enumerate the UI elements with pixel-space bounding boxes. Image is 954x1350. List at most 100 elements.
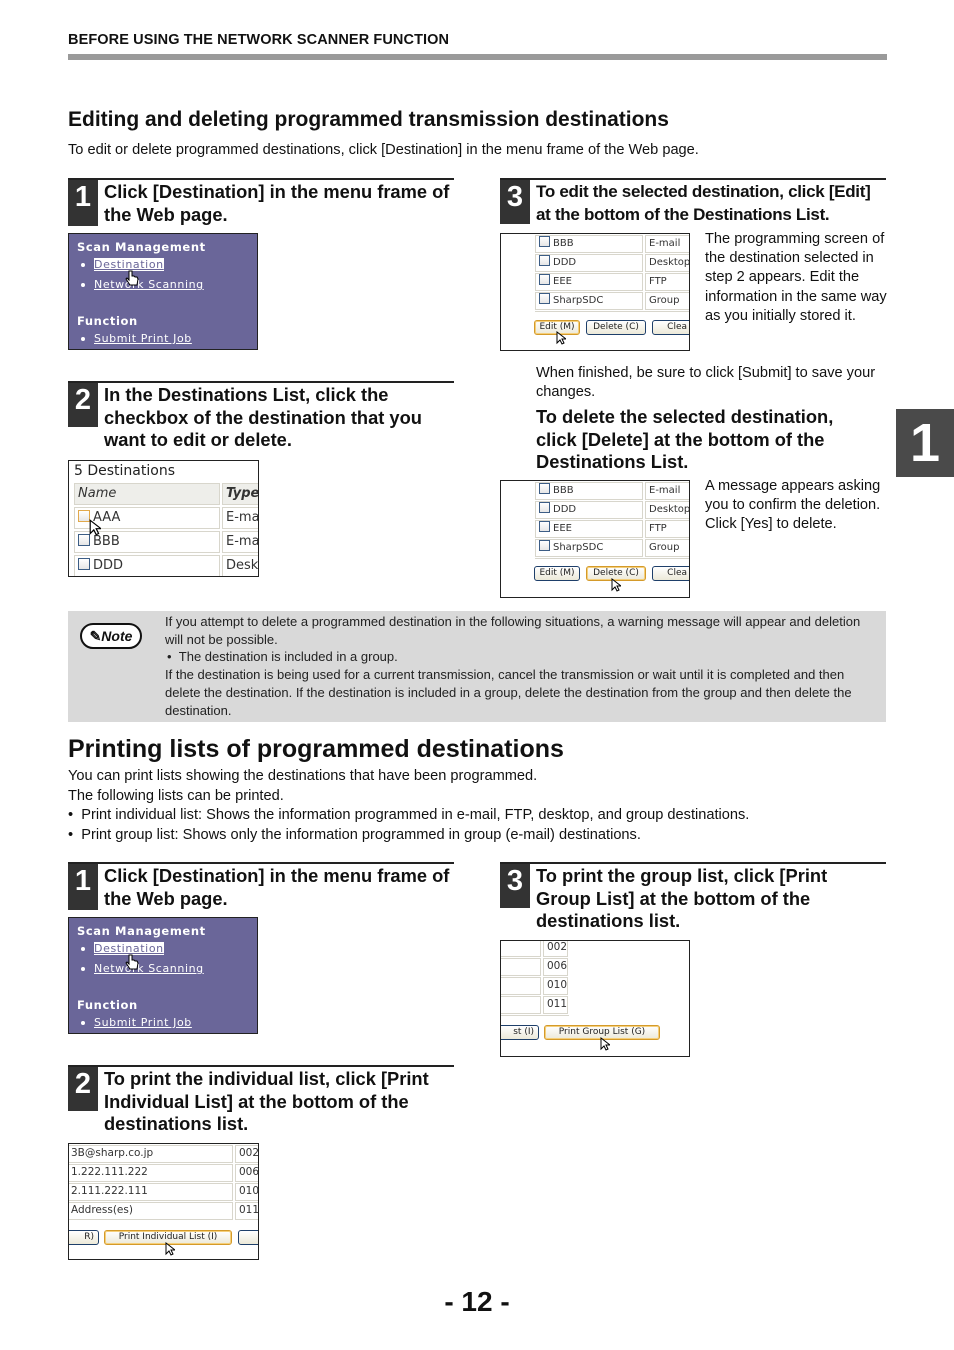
step-instruction: Click [Destination] in the menu frame of… bbox=[104, 181, 450, 225]
checkbox[interactable] bbox=[539, 483, 550, 494]
running-head: BEFORE USING THE NETWORK SCANNER FUNCTIO… bbox=[68, 32, 450, 48]
next-button[interactable] bbox=[238, 1230, 258, 1245]
edit-finish-instruction: When finished, be sure to click [Submit]… bbox=[536, 365, 876, 401]
list-row-address: 1.222.111.222 bbox=[69, 1164, 233, 1182]
list-row-name[interactable]: EEE bbox=[535, 520, 643, 538]
checkbox[interactable] bbox=[539, 540, 550, 551]
list-row-address: Address(es) bbox=[69, 1202, 233, 1220]
list-row-number: 006 bbox=[543, 958, 568, 976]
checkbox[interactable] bbox=[539, 255, 550, 266]
list-row-type: E-ma bbox=[222, 507, 258, 529]
menu-heading-function: Function bbox=[77, 314, 138, 328]
column-header-name: Name bbox=[74, 483, 220, 505]
previous-button[interactable]: R) bbox=[69, 1230, 99, 1245]
list-row-name[interactable]: EEE bbox=[535, 273, 643, 291]
note-line-1: If you attempt to delete a programmed de… bbox=[165, 614, 861, 647]
menu-item-submit-print-job[interactable]: Submit Print Job bbox=[81, 1016, 192, 1029]
table-bottom-border bbox=[535, 558, 689, 559]
checkbox[interactable] bbox=[539, 521, 550, 532]
menu-item-destination[interactable]: Destination bbox=[81, 258, 164, 271]
page-number: - 12 - bbox=[444, 1286, 510, 1317]
step-1-edit: 1 Click [Destination] in the menu frame … bbox=[68, 178, 454, 228]
list-row-name[interactable]: SharpSDC bbox=[535, 292, 643, 310]
table-bottom-border bbox=[535, 311, 689, 312]
step-2-print: 2 To print the individual list, click [P… bbox=[68, 1065, 454, 1139]
list-row-type: E-ma bbox=[222, 531, 258, 553]
step-2-edit: 2 In the Destinations List, click the ch… bbox=[68, 381, 454, 455]
step-instruction: To edit the selected destination, click … bbox=[536, 182, 871, 224]
section-intro-printing: You can print lists showing the destinat… bbox=[68, 767, 868, 845]
list-row-number: 006 bbox=[235, 1164, 258, 1182]
checkbox[interactable] bbox=[78, 558, 90, 570]
hand-cursor-icon bbox=[125, 954, 139, 970]
note-bullet: • The destination is included in a group… bbox=[167, 649, 398, 665]
intro-line-2: The following lists can be printed. bbox=[68, 787, 284, 804]
section-title-printing: Printing lists of programmed destination… bbox=[68, 735, 564, 763]
print-individual-list-screenshot: 3B@sharp.co.jp 002 1.222.111.222 006 2.1… bbox=[68, 1143, 259, 1260]
step-instruction: To print the group list, click [Print Gr… bbox=[536, 865, 828, 932]
menu-item-network-scanning[interactable]: Network Scanning bbox=[81, 962, 204, 975]
delete-destination-screenshot: BBB E-mail DDD Desktop EEE FTP SharpSDC … bbox=[500, 480, 690, 598]
bullet-icon bbox=[81, 947, 85, 951]
arrow-cursor-icon bbox=[165, 1242, 175, 1256]
checkbox[interactable] bbox=[539, 502, 550, 513]
bullet-icon bbox=[81, 263, 85, 267]
pencil-icon: ✎ bbox=[89, 628, 102, 644]
table-bottom-border bbox=[501, 1015, 569, 1016]
arrow-cursor-icon bbox=[89, 519, 101, 536]
edit-button[interactable]: Edit (M) bbox=[534, 566, 580, 581]
bullet-icon bbox=[81, 283, 85, 287]
step-instruction: To print the individual list, click [Pri… bbox=[104, 1068, 429, 1135]
menu-item-destination[interactable]: Destination bbox=[81, 942, 164, 955]
list-row-type: Group bbox=[645, 292, 689, 310]
list-row-number: 002 bbox=[543, 941, 568, 957]
menu-item-submit-print-job[interactable]: Submit Print Job bbox=[81, 332, 192, 345]
clear-button[interactable]: Clea bbox=[652, 566, 689, 581]
step-3-edit: 3 To edit the selected destination, clic… bbox=[500, 178, 886, 228]
list-row-number: 010 bbox=[543, 977, 568, 995]
list-row-type: E-mail bbox=[645, 235, 689, 253]
list-row-address bbox=[501, 958, 541, 976]
arrow-cursor-icon bbox=[556, 331, 566, 345]
note-badge: ✎Note bbox=[80, 623, 142, 649]
destinations-list-screenshot: 5 Destinations Name Type AAA E-ma BBB E-… bbox=[68, 460, 259, 577]
delete-heading: To delete the selected destination, clic… bbox=[536, 406, 834, 473]
checkbox[interactable] bbox=[539, 236, 550, 247]
step-number: 1 bbox=[68, 180, 98, 226]
checkbox[interactable] bbox=[539, 293, 550, 304]
menu-heading-function: Function bbox=[77, 998, 138, 1012]
intro-line-1: You can print lists showing the destinat… bbox=[68, 768, 538, 784]
chapter-tab: 1 bbox=[896, 409, 954, 477]
list-row-name[interactable]: BBB bbox=[535, 482, 643, 500]
header-rule bbox=[68, 54, 887, 60]
note-box: ✎Note If you attempt to delete a program… bbox=[68, 611, 886, 722]
list-row-name[interactable]: DDD bbox=[535, 254, 643, 272]
list-row-name[interactable]: DDD bbox=[535, 501, 643, 519]
bullet-icon: • bbox=[68, 807, 82, 823]
delete-button[interactable]: Delete (C) bbox=[586, 320, 646, 335]
step-1-print: 1 Click [Destination] in the menu frame … bbox=[68, 862, 454, 912]
menu-item-network-scanning[interactable]: Network Scanning bbox=[81, 278, 204, 291]
delete-description: A message appears asking you to confirm … bbox=[705, 478, 881, 533]
bullet-icon bbox=[81, 1021, 85, 1025]
menu-heading-scan-management: Scan Management bbox=[77, 240, 206, 254]
step-3-print: 3 To print the group list, click [Print … bbox=[500, 862, 886, 936]
checkbox[interactable] bbox=[539, 274, 550, 285]
list-row-address bbox=[501, 996, 541, 1014]
hand-cursor-icon bbox=[125, 270, 139, 286]
step-number: 2 bbox=[68, 383, 98, 427]
list-row-name[interactable]: SharpSDC bbox=[535, 539, 643, 557]
note-text: If you attempt to delete a programmed de… bbox=[165, 613, 880, 719]
print-group-list-screenshot: 002 006 010 011 st (I) Print Group List … bbox=[500, 940, 690, 1057]
step-instruction: Click [Destination] in the menu frame of… bbox=[104, 865, 450, 909]
menu-frame-screenshot: Scan Management Destination Network Scan… bbox=[68, 917, 258, 1034]
edit-description: The programming screen of the destinatio… bbox=[705, 231, 887, 324]
step-number: 2 bbox=[68, 1067, 98, 1111]
list-row-number: 011 bbox=[543, 996, 568, 1014]
list-row-name[interactable]: BBB bbox=[535, 235, 643, 253]
list-row-name[interactable]: DDD bbox=[74, 555, 220, 576]
clear-button[interactable]: Clea bbox=[652, 320, 689, 335]
list-row-type: Desk bbox=[222, 555, 258, 576]
print-individual-list-button[interactable]: st (I) bbox=[501, 1025, 539, 1040]
bullet-icon: • bbox=[167, 649, 179, 665]
